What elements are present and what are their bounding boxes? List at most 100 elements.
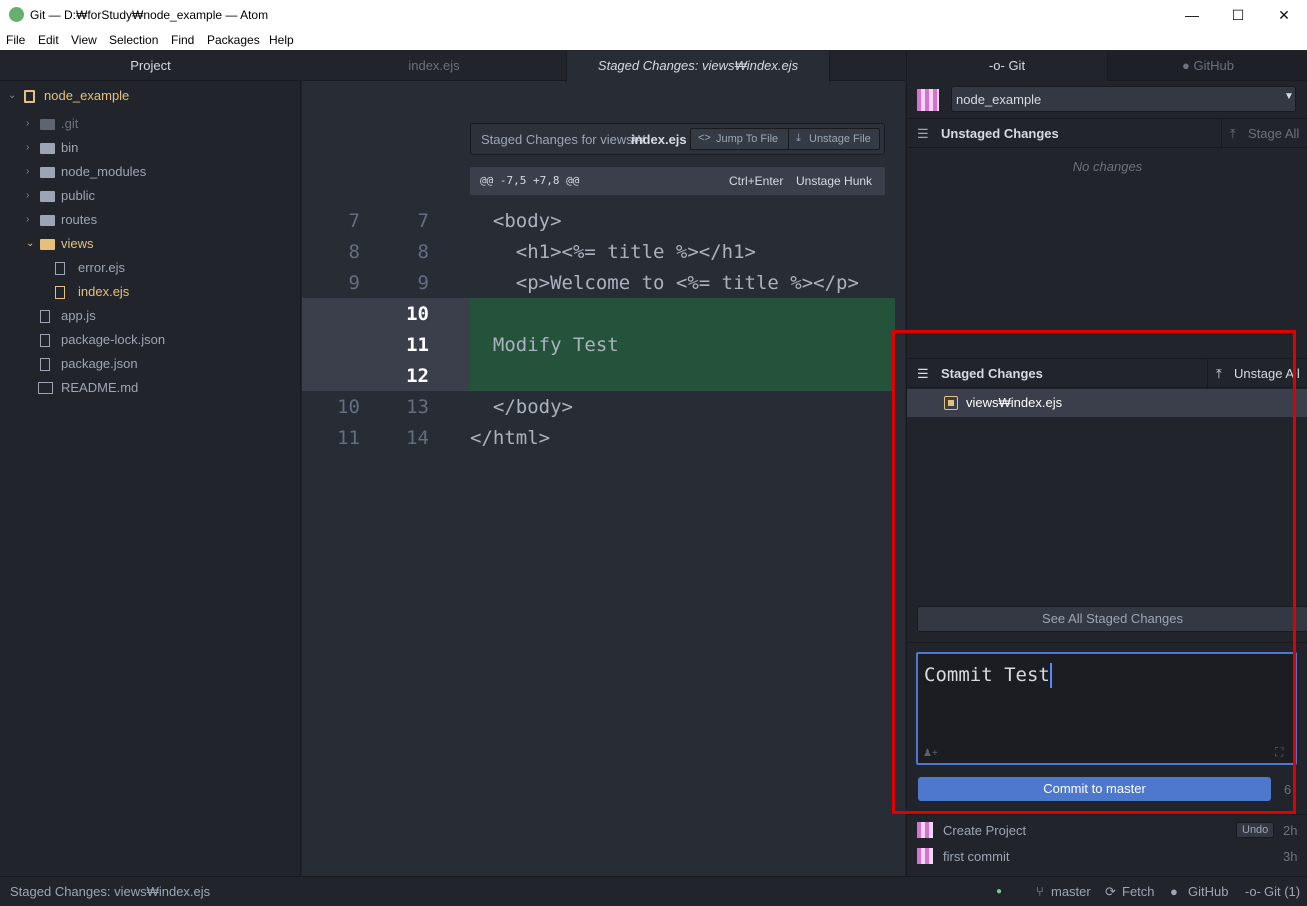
hunk-header: @@ -7,5 +7,8 @@ Ctrl+Enter Unstage Hunk [470, 167, 885, 195]
file-icon [55, 262, 65, 275]
tree-item-label: error.ejs [78, 260, 125, 275]
git-commit-icon: -o- [988, 58, 1005, 73]
old-line-number: 10 [337, 396, 360, 418]
no-changes-text: No changes [1072, 159, 1143, 174]
chevron-right-icon: › [26, 214, 30, 225]
github-icon: ● [1170, 884, 1178, 899]
folder-icon [40, 191, 55, 202]
tree-root-label: node_example [44, 88, 130, 103]
tree-item-package-json[interactable]: package.json [38, 352, 288, 376]
tree-item-label: node_modules [61, 164, 147, 179]
diff-line: 7 7 <body> [302, 206, 895, 237]
status-github[interactable]: GitHub [1188, 884, 1228, 899]
diff-line-added: 11 Modify Test [302, 330, 895, 361]
tab-staged-changes[interactable]: Staged Changes: views₩index.ejs [566, 51, 830, 82]
repo-avatar [917, 89, 939, 111]
tree-item-label: routes [61, 212, 98, 227]
recent-commit-item[interactable]: first commit 3h [907, 845, 1307, 871]
stage-all-button[interactable]: ⤒ Stage All [1221, 119, 1307, 149]
minimize-button[interactable]: — [1169, 0, 1215, 30]
tab-git[interactable]: -o- Git [907, 51, 1107, 81]
diff-header-label: Staged Changes for views₩ [481, 132, 646, 147]
unstage-file-button[interactable]: ⤓ Unstage File [788, 128, 880, 150]
menu-file[interactable]: File [6, 33, 25, 47]
arrow-down-icon: ⤓ [796, 132, 801, 144]
old-line-number: 9 [348, 272, 360, 294]
tree-item-package-lock-json[interactable]: package-lock.json [38, 328, 288, 352]
chevron-right-icon: › [26, 190, 30, 201]
old-line-number: 8 [348, 241, 360, 263]
tree-item-label: package-lock.json [61, 332, 166, 347]
diff-lines: 7 7 <body> 8 8 <h1><%= title %></h1> 9 9… [302, 206, 895, 466]
line-text: </html> [470, 427, 551, 449]
tree-root-node-example[interactable]: ⌄ node_example [8, 84, 298, 108]
status-current-file[interactable]: Staged Changes: views₩index.ejs [10, 884, 210, 899]
tree-item-index-ejs[interactable]: index.ejs [55, 280, 295, 304]
unstage-file-label: Unstage File [809, 133, 871, 145]
status-branch[interactable]: master [1051, 884, 1091, 899]
status-fetch[interactable]: Fetch [1122, 884, 1155, 899]
menu-edit[interactable]: Edit [38, 33, 59, 47]
chevron-down-icon: ▼ [1284, 91, 1294, 102]
tree-item-routes[interactable]: › routes [26, 208, 296, 232]
new-line-number: 9 [417, 272, 429, 294]
tree-item-node-modules[interactable]: › node_modules [26, 160, 296, 184]
repo-icon [24, 90, 35, 103]
tree-item-label: app.js [61, 308, 96, 323]
tree-item-app-js[interactable]: app.js [38, 304, 288, 328]
stage-all-label: Stage All [1248, 126, 1300, 141]
jump-to-file-button[interactable]: <> Jump To File [690, 128, 789, 150]
old-line-number: 11 [337, 427, 360, 449]
menu-packages[interactable]: Packages [207, 33, 260, 47]
file-icon [40, 334, 50, 347]
tree-item-views[interactable]: ⌄ views [26, 232, 296, 256]
diff-header-file: index.ejs [631, 132, 687, 147]
tree-item-bin[interactable]: › bin [26, 136, 296, 160]
undo-commit-button[interactable]: Undo [1236, 822, 1275, 838]
chevron-right-icon: › [26, 142, 30, 153]
chevron-right-icon: › [26, 166, 30, 177]
repo-select-value: node_example [956, 92, 1042, 107]
commit-time: 3h [1283, 849, 1298, 864]
hunk-shortcut: Ctrl+Enter [729, 174, 784, 188]
line-text: <h1><%= title %></h1> [470, 241, 756, 263]
close-button[interactable]: ✕ [1261, 0, 1307, 30]
tab-github[interactable]: ● GitHub [1107, 51, 1307, 81]
repo-select[interactable]: node_example ▼ [951, 86, 1296, 112]
menu-help[interactable]: Help [269, 33, 294, 47]
menu-view[interactable]: View [71, 33, 97, 47]
commit-avatar [917, 848, 933, 864]
commit-time: 2h [1283, 823, 1298, 838]
menu-find[interactable]: Find [171, 33, 194, 47]
tree-item-public[interactable]: › public [26, 184, 296, 208]
tree-item-label: public [61, 188, 95, 203]
title-bar: Git — D:₩forStudy₩node_example — Atom — … [0, 0, 1307, 30]
branch-icon: ⑂ [1036, 884, 1044, 899]
menu-selection[interactable]: Selection [109, 33, 158, 47]
new-line-number: 12 [406, 365, 429, 387]
diff-line: 11 14 </html> [302, 423, 895, 454]
tree-item-error-ejs[interactable]: error.ejs [55, 256, 295, 280]
list-icon: ☰ [917, 126, 929, 141]
menu-bar: File Edit View Selection Find Packages H… [0, 30, 1307, 50]
jump-to-file-label: Jump To File [716, 133, 779, 145]
tree-item-readme-md[interactable]: README.md [38, 376, 288, 400]
diff-line: 8 8 <h1><%= title %></h1> [302, 237, 895, 268]
unstage-hunk-button[interactable]: Unstage Hunk [796, 174, 872, 188]
sync-icon: ⟳ [1105, 884, 1116, 899]
folder-icon [40, 215, 55, 226]
line-text: <p>Welcome to <%= title %></p> [470, 272, 859, 294]
status-git[interactable]: Git (1) [1264, 884, 1300, 899]
tree-item-label: package.json [61, 356, 138, 371]
maximize-button[interactable]: ☐ [1215, 0, 1261, 30]
tree-item-git[interactable]: › .git [26, 112, 296, 136]
tab-index-ejs[interactable]: index.ejs [302, 51, 566, 81]
diff-file-header: Staged Changes for views₩ index.ejs <> J… [470, 123, 885, 155]
code-icon: <> [698, 132, 711, 144]
tab-git-label: Git [1008, 58, 1026, 73]
project-tree-panel: Project ⌄ node_example › .git › bin › no… [0, 51, 301, 876]
divider [907, 814, 1307, 815]
recent-commit-item[interactable]: Create Project Undo 2h [907, 819, 1307, 845]
chevron-down-icon: ⌄ [8, 90, 17, 101]
file-icon [55, 286, 65, 299]
